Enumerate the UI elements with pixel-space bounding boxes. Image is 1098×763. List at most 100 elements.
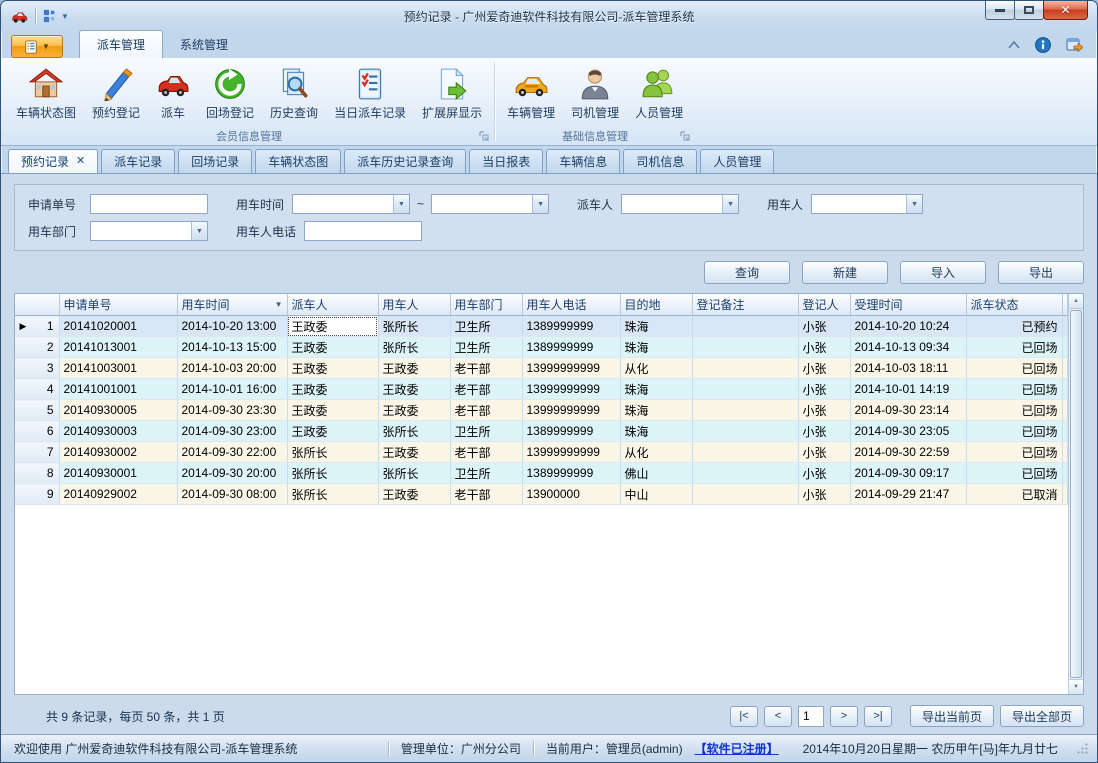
cell-phone[interactable]: 1389999999 [522,463,620,484]
cell-registrar[interactable]: 小张 [798,484,850,505]
department-combo[interactable]: ▼ [90,221,208,241]
cell-user[interactable]: 王政委 [378,442,450,463]
doc-tab-3[interactable]: 回场记录 [178,149,252,173]
cell-destination[interactable]: 珠海 [620,421,692,442]
cell-remark[interactable] [692,421,798,442]
cell-dispatcher[interactable]: 王政委 [287,358,378,379]
cell-user[interactable]: 王政委 [378,484,450,505]
cell-department[interactable]: 卫生所 [450,316,522,337]
column-header-派车状态[interactable]: 派车状态 [966,294,1062,316]
cell-phone[interactable]: 1389999999 [522,337,620,358]
user-input[interactable] [812,195,906,213]
cell-destination[interactable]: 珠海 [620,337,692,358]
scrollbar-thumb[interactable] [1070,310,1082,678]
cell-destination[interactable]: 珠海 [620,400,692,421]
ribbon-button-pencil[interactable]: 预约登记 [84,63,148,123]
cell-dispatcher[interactable]: 王政委 [287,337,378,358]
next-page-button[interactable]: > [830,706,858,727]
cell-order_no[interactable]: 20140930002 [59,442,177,463]
cell-user[interactable]: 王政委 [378,400,450,421]
cell-use_time[interactable]: 2014-09-30 20:00 [177,463,287,484]
chevron-down-icon[interactable]: ▼ [191,222,207,240]
cell-phone[interactable]: 13999999999 [522,400,620,421]
page-number-input[interactable] [798,706,824,727]
new-button[interactable]: 新建 [802,261,888,284]
cell-accept_time[interactable]: 2014-09-30 23:14 [850,400,966,421]
cell-accept_time[interactable]: 2014-10-13 09:34 [850,337,966,358]
scroll-down-arrow-icon[interactable]: ▼ [1069,679,1083,694]
doc-tab-9[interactable]: 人员管理 [700,149,774,173]
ribbon-button-checklist[interactable]: 当日派车记录 [326,63,414,123]
cell-use_time[interactable]: 2014-09-30 08:00 [177,484,287,505]
table-row[interactable]: 5201409300052014-09-30 23:30王政委王政委老干部139… [15,400,1068,421]
doc-tab-7[interactable]: 车辆信息 [546,149,620,173]
cell-order_no[interactable]: 20140930005 [59,400,177,421]
cell-status[interactable]: 已回场 [966,442,1062,463]
cell-remark[interactable] [692,337,798,358]
cell-registrar[interactable]: 小张 [798,442,850,463]
resize-grip-icon[interactable] [1076,742,1089,755]
cell-registrar[interactable]: 小张 [798,379,850,400]
ribbon-button-house[interactable]: 车辆状态图 [8,63,84,123]
cell-dispatcher[interactable]: 王政委 [287,316,378,337]
order-no-input[interactable] [90,194,208,214]
cell-user[interactable]: 王政委 [378,358,450,379]
chevron-down-icon[interactable]: ▼ [906,195,922,213]
use-time-to-combo[interactable]: ▼ [431,194,549,214]
cell-accept_time[interactable]: 2014-10-03 18:11 [850,358,966,379]
cell-status[interactable]: 已取消 [966,484,1062,505]
ribbon-button-red-car[interactable]: 派车 [148,63,198,123]
column-header-用车人电话[interactable]: 用车人电话 [522,294,620,316]
cell-use_time[interactable]: 2014-09-30 23:00 [177,421,287,442]
cell-department[interactable]: 卫生所 [450,421,522,442]
cell-dispatcher[interactable]: 张所长 [287,484,378,505]
column-header-用车人[interactable]: 用车人 [378,294,450,316]
cell-dispatcher[interactable]: 张所长 [287,442,378,463]
vertical-scrollbar[interactable]: ▲ ▼ [1068,294,1083,694]
column-header-目的地[interactable]: 目的地 [620,294,692,316]
column-header-申请单号[interactable]: 申请单号 [59,294,177,316]
close-tab-icon[interactable]: ✕ [76,156,85,167]
doc-tab-6[interactable]: 当日报表 [469,149,543,173]
cell-remark[interactable] [692,358,798,379]
cell-use_time[interactable]: 2014-09-30 23:30 [177,400,287,421]
license-registered-link[interactable]: 【软件已注册】 [695,740,791,757]
cell-status[interactable]: 已回场 [966,379,1062,400]
dispatcher-combo[interactable]: ▼ [621,194,739,214]
cell-registrar[interactable]: 小张 [798,316,850,337]
ribbon-button-green-refresh[interactable]: 回场登记 [198,63,262,123]
doc-tab-1[interactable]: 预约记录✕ [8,149,98,173]
ribbon-button-search-doc[interactable]: 历史查询 [262,63,326,123]
dialog-launcher-icon[interactable] [680,131,691,142]
cell-destination[interactable]: 中山 [620,484,692,505]
cell-status[interactable]: 已回场 [966,421,1062,442]
cell-remark[interactable] [692,484,798,505]
ribbon-button-yellow-car[interactable]: 车辆管理 [499,63,563,123]
table-row[interactable]: 6201409300032014-09-30 23:00王政委张所长卫生所138… [15,421,1068,442]
cell-accept_time[interactable]: 2014-10-20 10:24 [850,316,966,337]
cell-user[interactable]: 张所长 [378,337,450,358]
cell-status[interactable]: 已回场 [966,463,1062,484]
cell-use_time[interactable]: 2014-10-03 20:00 [177,358,287,379]
minimize-button[interactable] [985,1,1015,20]
use-time-from-input[interactable] [293,195,393,213]
prev-page-button[interactable]: < [764,706,792,727]
cell-remark[interactable] [692,400,798,421]
doc-tab-8[interactable]: 司机信息 [623,149,697,173]
cell-remark[interactable] [692,379,798,400]
cell-dispatcher[interactable]: 王政委 [287,379,378,400]
column-header-用车时间[interactable]: 用车时间▼ [177,294,287,316]
ribbon-button-screen-export[interactable]: 扩展屏显示 [414,63,490,123]
table-row[interactable]: 3201410030012014-10-03 20:00王政委王政委老干部139… [15,358,1068,379]
cell-registrar[interactable]: 小张 [798,358,850,379]
cell-accept_time[interactable]: 2014-09-30 09:17 [850,463,966,484]
cell-destination[interactable]: 佛山 [620,463,692,484]
cell-phone[interactable]: 1389999999 [522,421,620,442]
ribbon-button-people[interactable]: 人员管理 [627,63,691,123]
cell-order_no[interactable]: 20140930003 [59,421,177,442]
cell-use_time[interactable]: 2014-09-30 22:00 [177,442,287,463]
cell-order_no[interactable]: 20140930001 [59,463,177,484]
table-row[interactable]: 8201409300012014-09-30 20:00张所长张所长卫生所138… [15,463,1068,484]
cell-registrar[interactable]: 小张 [798,337,850,358]
cell-destination[interactable]: 珠海 [620,379,692,400]
